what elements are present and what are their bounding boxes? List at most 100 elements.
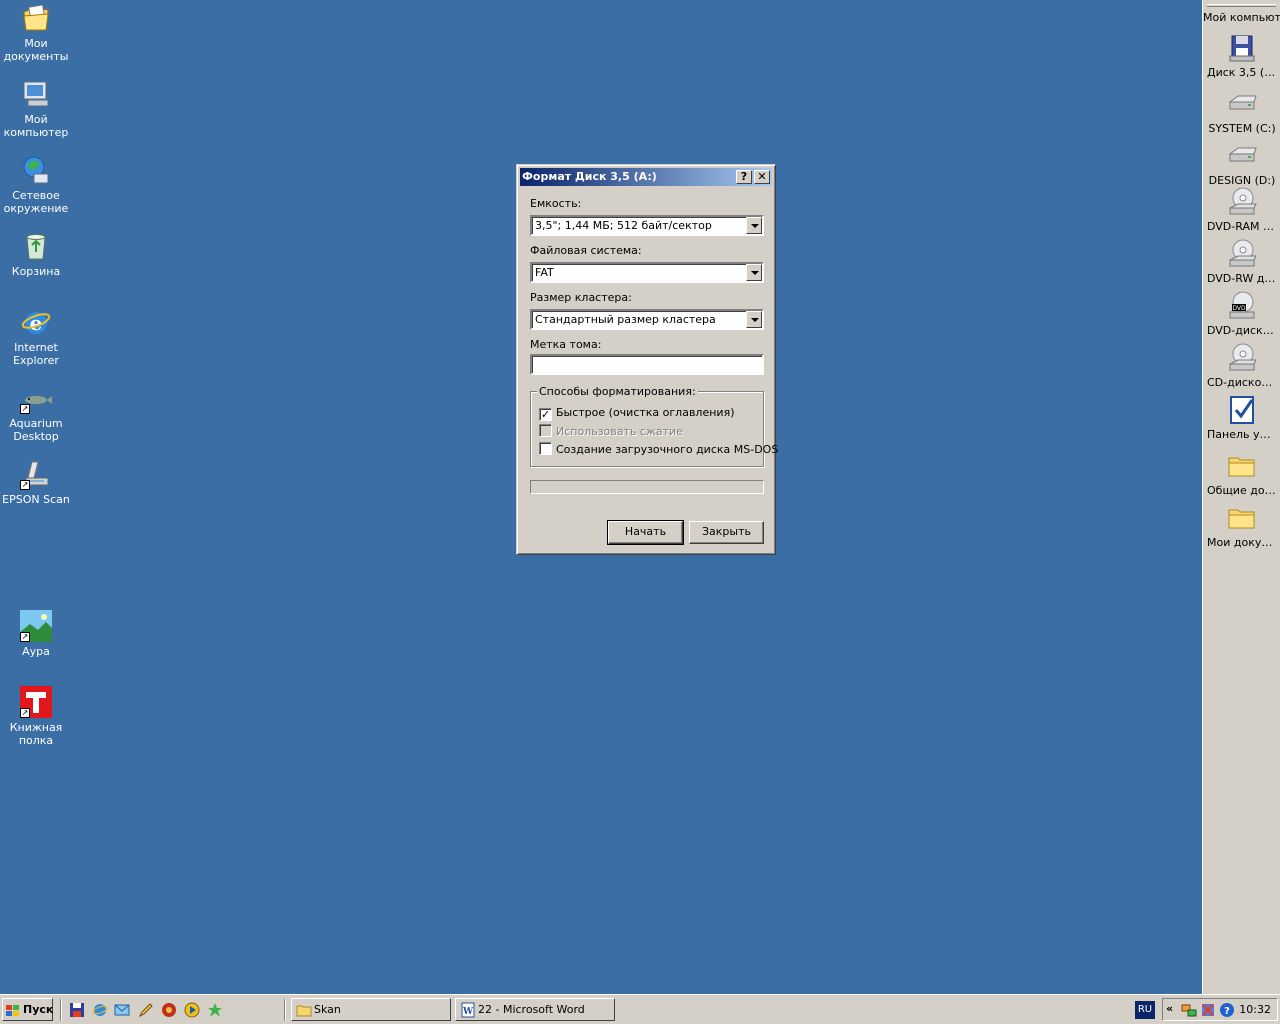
recycle-bin-icon [20, 230, 52, 262]
language-indicator[interactable]: RU [1135, 1001, 1155, 1019]
chevron-down-icon[interactable] [746, 217, 762, 234]
desktop-icon-label: Aquarium Desktop [9, 417, 63, 443]
side-item-label: Панель управления [1207, 428, 1280, 441]
chevron-down-icon[interactable] [746, 311, 762, 328]
bookshelf-t-icon: ↗ [20, 686, 52, 718]
side-item-floppy[interactable]: Диск 3,5 (A:) [1203, 32, 1280, 79]
cluster-size-label: Размер кластера: [530, 291, 632, 304]
format-options-legend: Способы форматирования: [537, 385, 698, 398]
capacity-value: 3,5"; 1,44 МБ; 512 байт/сектор [535, 219, 712, 232]
desktop-icon-internet-explorer[interactable]: e Internet Explorer [0, 306, 72, 367]
side-item-my-documents[interactable]: Мои документы [1203, 502, 1280, 549]
panel-grip[interactable] [1207, 4, 1276, 7]
quick-format-option[interactable]: ✓ Быстрое (очистка оглавления) [539, 406, 734, 421]
filesystem-value: FAT [535, 266, 554, 279]
my-computer-icon [20, 78, 52, 110]
desktop-icon-network[interactable]: Сетевое окружение [0, 154, 72, 215]
side-item-dvd[interactable]: DVD DVD-дисковод [1203, 290, 1280, 337]
format-progress-bar [530, 480, 764, 494]
volume-label-input[interactable] [530, 354, 764, 375]
help-button[interactable]: ? [736, 170, 752, 184]
compression-label: Использовать сжатие [556, 425, 683, 438]
shortcut-arrow-icon: ↗ [20, 404, 30, 414]
close-button[interactable]: Закрыть [689, 521, 764, 544]
boot-disk-option[interactable]: Создание загрузочного диска MS-DOS [539, 442, 778, 456]
svg-text:W: W [462, 1007, 474, 1017]
taskbar: Пуск Skan W 22 - Microsoft Word RU « ? 1… [0, 994, 1280, 1024]
side-item-drive-d[interactable]: DESIGN (D:) [1203, 140, 1280, 187]
side-item-label: Общие документы [1207, 484, 1280, 497]
compression-option: Использовать сжатие [539, 424, 683, 438]
start-button[interactable]: Начать [607, 520, 684, 545]
cd-drive-icon [1226, 186, 1258, 218]
side-item-label: Диск 3,5 (A:) [1207, 66, 1280, 79]
start-button-taskbar[interactable]: Пуск [2, 998, 53, 1021]
side-item-cd[interactable]: CD-дисковод [1203, 342, 1280, 389]
shortcut-arrow-icon: ↗ [20, 632, 30, 642]
desktop-icon-label: Мой компьютер [3, 113, 69, 139]
shortcut-arrow-icon: ↗ [20, 480, 30, 490]
start-label: Пуск [23, 1003, 54, 1016]
word-document-icon: W [460, 1002, 476, 1018]
side-item-label: DVD-RAM дисковод [1207, 220, 1280, 233]
pencil-tool-icon[interactable] [138, 1002, 154, 1018]
filesystem-select[interactable]: FAT [530, 262, 764, 283]
folder-icon [296, 1002, 312, 1018]
my-computer-side-panel: Мой компьютер Диск 3,5 (A:) SYSTEM (C:) … [1202, 0, 1280, 994]
aura-landscape-icon: ↗ [20, 610, 52, 642]
folder-icon [1226, 502, 1258, 534]
desktop-icon-bookshelf[interactable]: ↗ Книжная полка [0, 686, 72, 747]
network-tray-icon[interactable] [1181, 1002, 1197, 1018]
format-options-group: Способы форматирования: ✓ Быстрое (очистк… [530, 385, 778, 467]
side-item-label: Мои документы [1207, 536, 1280, 549]
capacity-select[interactable]: 3,5"; 1,44 МБ; 512 байт/сектор [530, 215, 764, 236]
side-item-dvd-ram[interactable]: DVD-RAM дисковод [1203, 186, 1280, 233]
scanner-icon: ↗ [20, 458, 52, 490]
boot-disk-checkbox[interactable] [539, 442, 552, 455]
desktop-icon-label: Сетевое окружение [3, 189, 69, 215]
outlook-express-icon[interactable] [114, 1002, 130, 1018]
close-icon[interactable]: ✕ [754, 170, 770, 184]
cd-drive-icon [1226, 238, 1258, 270]
hard-drive-icon [1226, 140, 1258, 172]
side-item-drive-c[interactable]: SYSTEM (C:) [1203, 88, 1280, 135]
dialog-titlebar[interactable]: Формат Диск 3,5 (A:) ? ✕ [520, 168, 772, 186]
desktop-icon-label: Книжная полка [9, 721, 63, 747]
green-app-icon[interactable] [207, 1002, 223, 1018]
filesystem-label: Файловая система: [530, 244, 642, 257]
folder-icon [1226, 450, 1258, 482]
desktop-icon-aura[interactable]: ↗ Аура [0, 610, 72, 658]
desktop-icon-my-documents[interactable]: Мои документы [0, 2, 72, 63]
desktop-icon-my-computer[interactable]: Мой компьютер [0, 78, 72, 139]
task-label: Skan [314, 1003, 341, 1016]
side-item-control-panel[interactable]: Панель управления [1203, 394, 1280, 441]
desktop-icon-epson-scan[interactable]: ↗ EPSON Scan [0, 458, 72, 506]
dialog-title: Формат Диск 3,5 (A:) [522, 170, 657, 183]
boot-disk-label: Создание загрузочного диска MS-DOS [556, 443, 779, 456]
taskbar-separator [60, 999, 62, 1021]
svg-text:DVD: DVD [1232, 305, 1246, 312]
desktop-icon-label: Аура [22, 645, 50, 658]
play-media-icon[interactable] [184, 1002, 200, 1018]
desktop-icon-aquarium[interactable]: ↗ Aquarium Desktop [0, 382, 72, 443]
quick-format-checkbox[interactable]: ✓ [539, 408, 552, 421]
antivirus-tray-icon[interactable] [1200, 1002, 1216, 1018]
format-dialog: Формат Диск 3,5 (A:) ? ✕ Емкость: 3,5"; … [516, 164, 778, 555]
desktop-icon-recycle-bin[interactable]: Корзина [0, 230, 72, 278]
side-item-dvd-rw[interactable]: DVD-RW дисковод [1203, 238, 1280, 285]
save-disk-icon[interactable] [69, 1002, 85, 1018]
chevron-down-icon[interactable] [746, 264, 762, 281]
help-tray-icon[interactable]: ? [1219, 1002, 1235, 1018]
desktop-icon-label: Корзина [11, 265, 61, 278]
quick-format-label: Быстрое (очистка оглавления) [556, 406, 735, 419]
cluster-size-select[interactable]: Стандартный размер кластера [530, 309, 764, 330]
network-places-icon [20, 154, 52, 186]
task-button-word[interactable]: W 22 - Microsoft Word [455, 998, 615, 1021]
side-item-label: CD-дисковод [1207, 376, 1280, 389]
tray-expand-icon[interactable]: « [1166, 1002, 1173, 1015]
media-player-icon[interactable] [161, 1002, 177, 1018]
internet-explorer-icon[interactable] [92, 1002, 108, 1018]
hard-drive-icon [1226, 88, 1258, 120]
task-button-skan[interactable]: Skan [291, 998, 451, 1021]
side-item-shared-documents[interactable]: Общие документы [1203, 450, 1280, 497]
